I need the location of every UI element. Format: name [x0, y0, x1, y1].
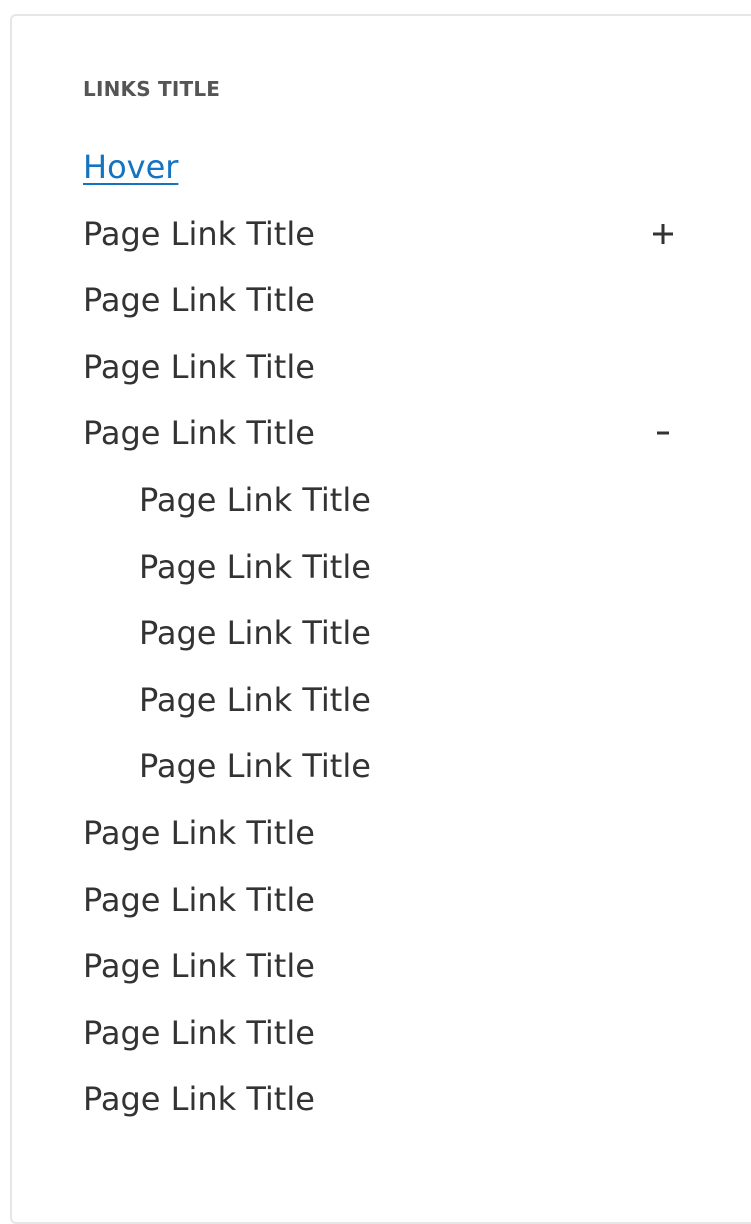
links-list: Hover Page Link Title Page Link Title Pa… [0, 134, 751, 1133]
sub-list-item: Page Link Title [0, 467, 751, 534]
hover-link[interactable]: Hover [83, 148, 178, 186]
page-link[interactable]: Page Link Title [83, 814, 315, 852]
page-link[interactable]: Page Link Title [83, 215, 315, 253]
list-item: Hover [0, 134, 751, 201]
list-item: Page Link Title [0, 933, 751, 1000]
page-link[interactable]: Page Link Title [83, 348, 315, 386]
list-item: Page Link Title [0, 867, 751, 934]
list-item: Page Link Title [0, 201, 751, 268]
sub-list-item: Page Link Title [0, 600, 751, 667]
sub-page-link[interactable]: Page Link Title [139, 614, 371, 652]
sub-list-item: Page Link Title [0, 534, 751, 601]
page-link[interactable]: Page Link Title [83, 881, 315, 919]
sub-page-link[interactable]: Page Link Title [139, 481, 371, 519]
sub-page-link[interactable]: Page Link Title [139, 548, 371, 586]
list-item: Page Link Title [0, 267, 751, 334]
sub-page-link[interactable]: Page Link Title [139, 681, 371, 719]
list-item: Page Link Title [0, 1066, 751, 1133]
sub-page-link[interactable]: Page Link Title [139, 747, 371, 785]
page-link[interactable]: Page Link Title [83, 1080, 315, 1118]
links-title: LINKS TITLE [83, 77, 221, 101]
page-link[interactable]: Page Link Title [83, 281, 315, 319]
list-item: Page Link Title [0, 1000, 751, 1067]
list-item: Page Link Title [0, 800, 751, 867]
sub-list-item: Page Link Title [0, 667, 751, 734]
plus-icon[interactable] [646, 201, 680, 267]
sub-list-item: Page Link Title [0, 733, 751, 800]
page-link[interactable]: Page Link Title [83, 414, 315, 452]
page-link[interactable]: Page Link Title [83, 1014, 315, 1052]
page-link[interactable]: Page Link Title [83, 947, 315, 985]
list-item: Page Link Title [0, 400, 751, 467]
list-item: Page Link Title [0, 334, 751, 401]
minus-icon[interactable] [646, 400, 680, 466]
